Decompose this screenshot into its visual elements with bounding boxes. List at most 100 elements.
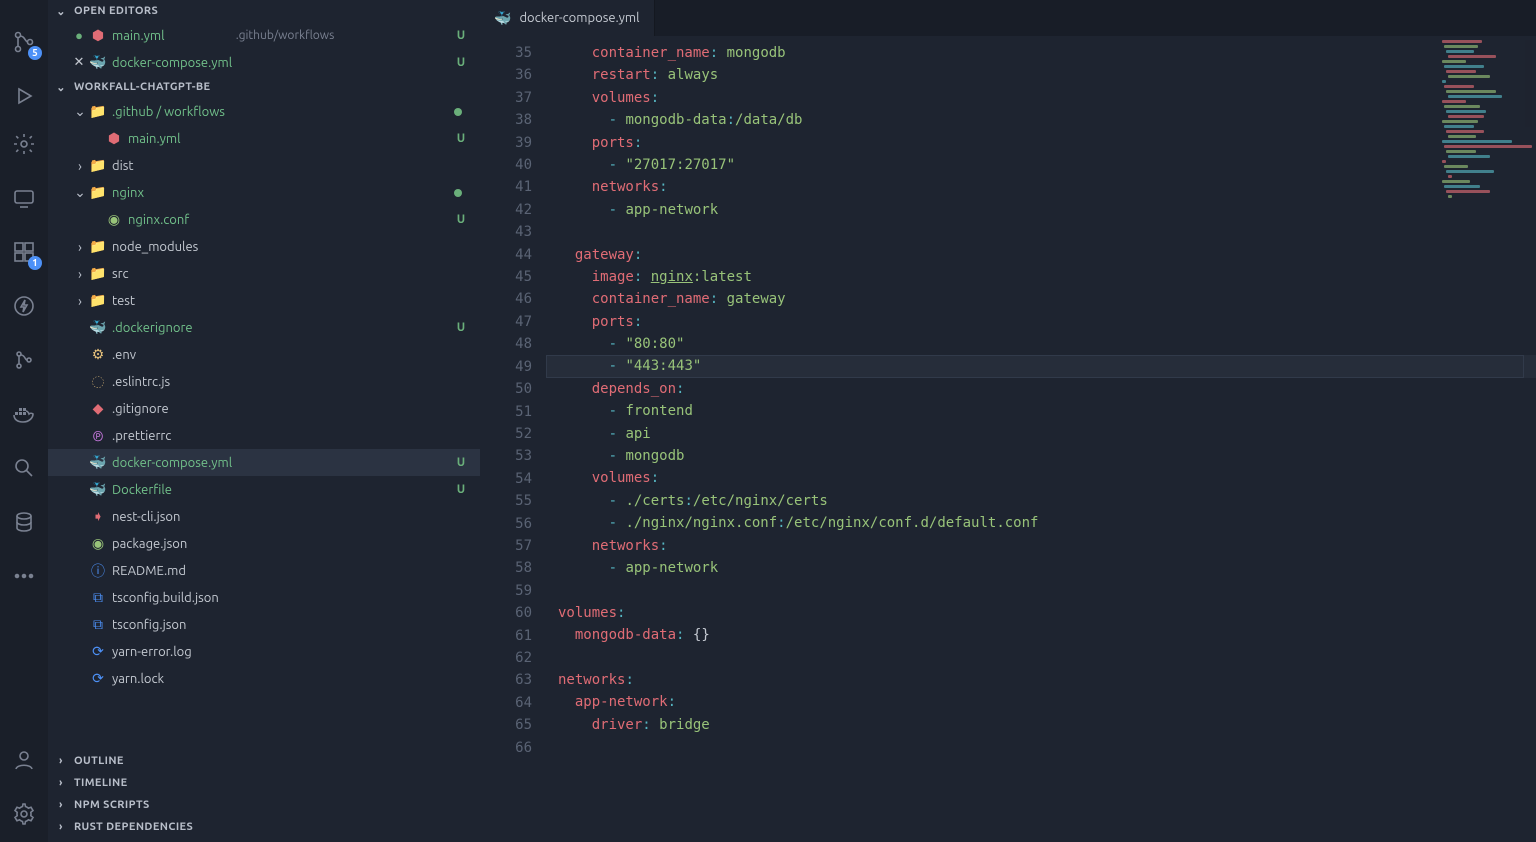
section-open-editors[interactable]: ⌄ OPEN EDITORS: [48, 0, 480, 22]
code-line[interactable]: - "80:80": [546, 333, 1536, 355]
open-editor-item[interactable]: ✕🐳docker-compose.ymlU: [48, 49, 480, 76]
code-line[interactable]: driver: bridge: [546, 714, 1536, 736]
code-line[interactable]: - mongodb: [546, 445, 1536, 467]
tree-item[interactable]: ◆.gitignore: [48, 395, 480, 422]
code-line[interactable]: networks:: [546, 176, 1536, 198]
section-npm-scripts[interactable]: › NPM SCRIPTS: [48, 794, 480, 816]
code-line[interactable]: gateway:: [546, 244, 1536, 266]
tree-item[interactable]: ›📁src: [48, 260, 480, 287]
code-line[interactable]: - "443:443": [546, 355, 1536, 377]
tree-item[interactable]: ◌.eslintrc.js: [48, 368, 480, 395]
tree-item[interactable]: ⟳yarn.lock: [48, 665, 480, 692]
tree-item[interactable]: ℗.prettierrc: [48, 422, 480, 449]
tab-bar: 🐳 docker-compose.yml: [480, 0, 1536, 36]
file-icon: 🐳: [88, 319, 108, 336]
open-editor-item[interactable]: ●⬢main.yml.github/workflowsU: [48, 22, 480, 49]
database-icon[interactable]: [10, 508, 38, 536]
code-line[interactable]: depends_on:: [546, 378, 1536, 400]
more-icon[interactable]: [10, 562, 38, 590]
file-label: yarn.lock: [112, 672, 291, 686]
section-workspace[interactable]: ⌄ WORKFALL-CHATGPT-BE: [48, 76, 480, 98]
gear-icon[interactable]: [10, 130, 38, 158]
code-line[interactable]: volumes:: [546, 602, 1536, 624]
code-line[interactable]: - app-network: [546, 557, 1536, 579]
code-line[interactable]: ports:: [546, 132, 1536, 154]
dirty-dot-icon: ●: [70, 28, 88, 43]
code-line[interactable]: networks:: [546, 535, 1536, 557]
code-line[interactable]: - ./certs:/etc/nginx/certs: [546, 490, 1536, 512]
file-icon: 📁: [88, 238, 108, 255]
code-line[interactable]: image: nginx:latest: [546, 266, 1536, 288]
code-line[interactable]: - app-network: [546, 199, 1536, 221]
file-icon: ◉: [88, 535, 108, 552]
code-line[interactable]: [546, 647, 1536, 669]
tree-item[interactable]: ⚙.env: [48, 341, 480, 368]
tree-item[interactable]: ◉package.json: [48, 530, 480, 557]
tree-item[interactable]: 🐳docker-compose.ymlU: [48, 449, 480, 476]
chevron-right-icon[interactable]: ›: [72, 293, 88, 309]
extensions-icon[interactable]: 1: [10, 238, 38, 266]
section-outline[interactable]: › OUTLINE: [48, 750, 480, 772]
code-line[interactable]: - mongodb-data:/data/db: [546, 109, 1536, 131]
tree-item[interactable]: ⓘREADME.md: [48, 557, 480, 584]
bolt-icon[interactable]: [10, 292, 38, 320]
editor-body[interactable]: 3536373839404142434445464748495051525354…: [480, 36, 1536, 842]
tree-item[interactable]: ⌄📁.github / workflows: [48, 98, 480, 125]
section-timeline[interactable]: › TIMELINE: [48, 772, 480, 794]
tree-item[interactable]: ⧉tsconfig.json: [48, 611, 480, 638]
code-line[interactable]: container_name: gateway: [546, 288, 1536, 310]
code-line[interactable]: - "27017:27017": [546, 154, 1536, 176]
tree-item[interactable]: ›📁dist: [48, 152, 480, 179]
code-line[interactable]: - frontend: [546, 400, 1536, 422]
tree-item[interactable]: ⌄📁nginx: [48, 179, 480, 206]
file-icon: ⓘ: [88, 561, 108, 581]
chevron-down-icon[interactable]: ⌄: [72, 103, 88, 120]
chevron-down-icon[interactable]: ⌄: [72, 184, 88, 201]
code-line[interactable]: restart: always: [546, 64, 1536, 86]
git-graph-icon[interactable]: [10, 346, 38, 374]
settings-icon[interactable]: [10, 800, 38, 828]
tree-item[interactable]: ➧nest-cli.json: [48, 503, 480, 530]
account-icon[interactable]: [10, 746, 38, 774]
code-line[interactable]: [546, 221, 1536, 243]
code-line[interactable]: volumes:: [546, 467, 1536, 489]
docker-activity-icon[interactable]: [10, 400, 38, 428]
code-view[interactable]: container_name: mongodb restart: always …: [546, 36, 1536, 842]
tree-item[interactable]: 🐳DockerfileU: [48, 476, 480, 503]
close-icon[interactable]: ✕: [70, 55, 88, 70]
run-icon[interactable]: [10, 82, 38, 110]
section-rust-deps[interactable]: › RUST DEPENDENCIES: [48, 816, 480, 838]
chevron-right-icon[interactable]: ›: [72, 158, 88, 174]
code-line[interactable]: container_name: mongodb: [546, 42, 1536, 64]
code-line[interactable]: app-network:: [546, 691, 1536, 713]
code-line[interactable]: networks:: [546, 669, 1536, 691]
file-icon: 🐳: [88, 481, 108, 498]
code-line[interactable]: ports:: [546, 311, 1536, 333]
tree-item[interactable]: ◉nginx.confU: [48, 206, 480, 233]
scm-icon[interactable]: 5: [10, 28, 38, 56]
section-label: RUST DEPENDENCIES: [74, 821, 193, 833]
file-label: main.yml: [128, 132, 290, 146]
code-line[interactable]: mongodb-data: {}: [546, 624, 1536, 646]
tab-docker-compose[interactable]: 🐳 docker-compose.yml: [480, 0, 655, 36]
chevron-right-icon[interactable]: ›: [72, 239, 88, 255]
chevron-right-icon[interactable]: ›: [72, 266, 88, 282]
file-label: nginx: [112, 186, 283, 200]
code-line[interactable]: - ./nginx/nginx.conf:/etc/nginx/conf.d/d…: [546, 512, 1536, 534]
tree-item[interactable]: ⬢main.ymlU: [48, 125, 480, 152]
code-line[interactable]: [546, 579, 1536, 601]
file-icon: ⬢: [88, 27, 108, 44]
code-line[interactable]: - api: [546, 423, 1536, 445]
code-line[interactable]: [546, 736, 1536, 758]
file-icon: ◉: [104, 211, 124, 228]
editor-area: 🐳 docker-compose.yml 3536373839404142434…: [480, 0, 1536, 842]
remote-icon[interactable]: [10, 184, 38, 212]
tree-item[interactable]: ›📁node_modules: [48, 233, 480, 260]
tree-item[interactable]: 🐳.dockerignoreU: [48, 314, 480, 341]
minimap[interactable]: [1436, 40, 1532, 210]
tree-item[interactable]: ›📁test: [48, 287, 480, 314]
tree-item[interactable]: ⟳yarn-error.log: [48, 638, 480, 665]
search-icon[interactable]: [10, 454, 38, 482]
tree-item[interactable]: ⧉tsconfig.build.json: [48, 584, 480, 611]
code-line[interactable]: volumes:: [546, 87, 1536, 109]
